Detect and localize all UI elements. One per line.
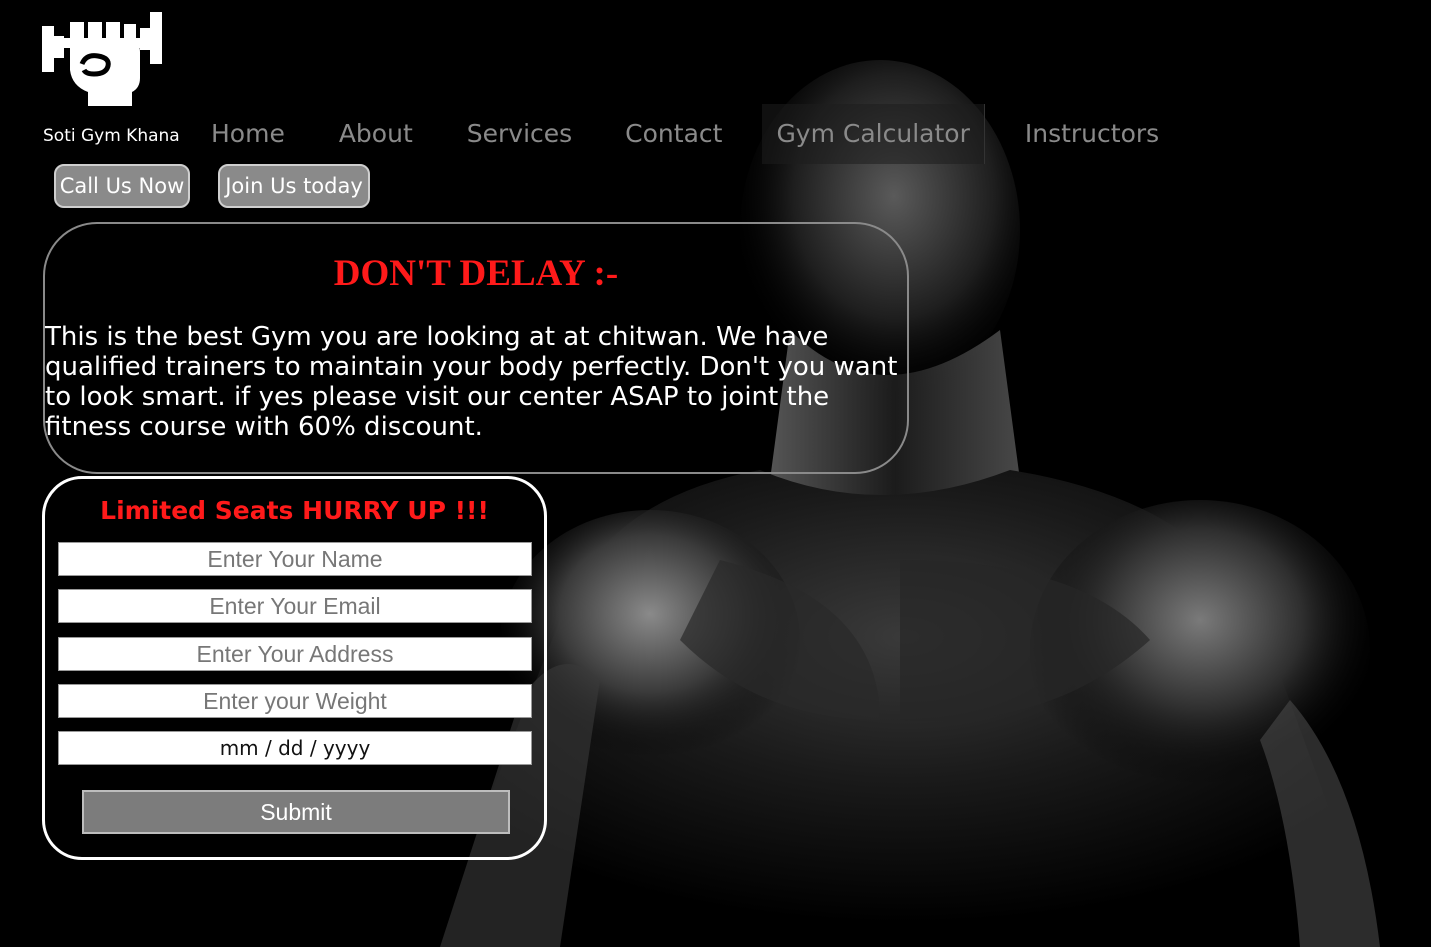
- nav-contact[interactable]: Contact: [625, 104, 722, 164]
- promo-box: DON'T DELAY :- This is the best Gym you …: [43, 222, 909, 474]
- nav-instructors[interactable]: Instructors: [1025, 104, 1159, 164]
- submit-button[interactable]: Submit: [82, 790, 510, 834]
- main-nav: Home About Services Contact Gym Calculat…: [195, 104, 1159, 164]
- fist-dumbbell-icon: [42, 12, 162, 106]
- address-input[interactable]: [58, 637, 532, 671]
- call-us-now-button[interactable]: Call Us Now: [54, 164, 190, 208]
- signup-form: Limited Seats HURRY UP !!! mm / dd / yyy…: [42, 476, 547, 860]
- name-input[interactable]: [58, 542, 532, 576]
- nav-gym-calculator[interactable]: Gym Calculator: [762, 104, 985, 164]
- brand-name: Soti Gym Khana: [43, 126, 180, 146]
- weight-input[interactable]: [58, 684, 532, 718]
- promo-text: This is the best Gym you are looking at …: [45, 322, 898, 442]
- join-us-today-button[interactable]: Join Us today: [218, 164, 370, 208]
- promo-title: DON'T DELAY :-: [333, 253, 619, 294]
- date-input[interactable]: mm / dd / yyyy: [58, 731, 532, 765]
- nav-about[interactable]: About: [339, 104, 413, 164]
- form-title: Limited Seats HURRY UP !!!: [100, 496, 489, 525]
- nav-services[interactable]: Services: [467, 104, 572, 164]
- email-input[interactable]: [58, 589, 532, 623]
- nav-home[interactable]: Home: [211, 104, 285, 164]
- page: Soti Gym Khana Home About Services Conta…: [0, 0, 1431, 947]
